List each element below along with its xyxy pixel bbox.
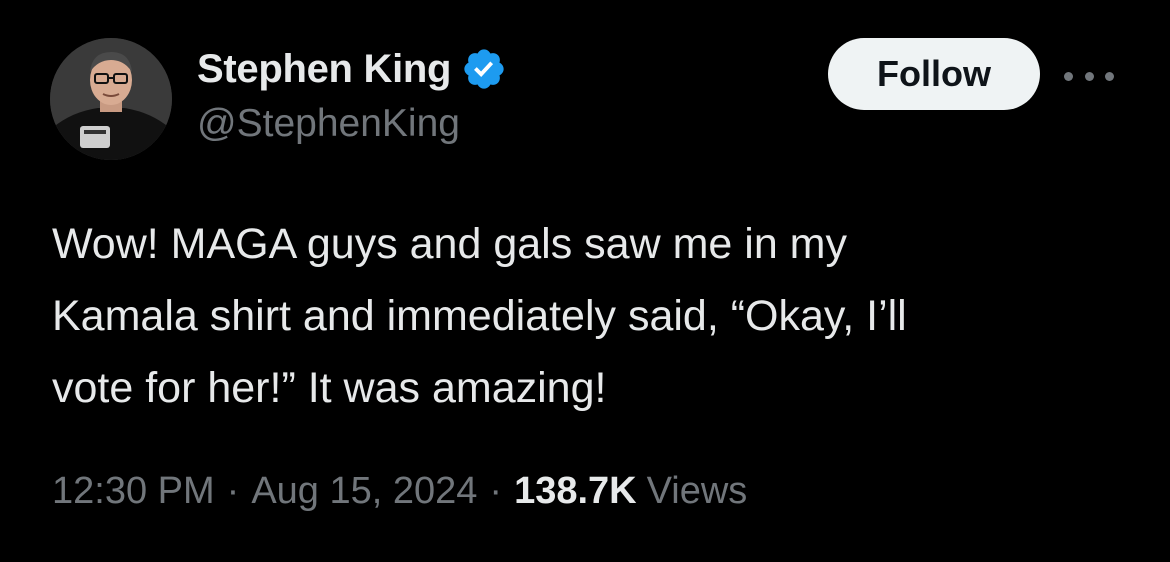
avatar[interactable]	[50, 38, 172, 160]
more-dot	[1105, 71, 1114, 81]
author-handle[interactable]: @StephenKing	[197, 102, 460, 146]
more-options-icon[interactable]	[1064, 58, 1114, 94]
meta-separator: ·	[226, 470, 240, 512]
views-count[interactable]: 138.7K	[514, 470, 637, 513]
views-label: Views	[646, 470, 748, 512]
display-name[interactable]: Stephen King	[197, 47, 451, 92]
tweet-line: Kamala shirt and immediately said, “Okay…	[52, 292, 907, 340]
tweet-time[interactable]: 12:30 PM	[52, 470, 215, 513]
tweet-line: Wow! MAGA guys and gals saw me in my	[52, 220, 847, 268]
tweet-meta: 12:30 PM · Aug 15, 2024 · 138.7K Views	[52, 470, 747, 513]
author-name-row[interactable]: Stephen King	[197, 44, 507, 94]
tweet-date[interactable]: Aug 15, 2024	[251, 470, 477, 513]
more-dot	[1064, 71, 1073, 81]
follow-button[interactable]: Follow	[828, 38, 1040, 110]
tweet-line: vote for her!” It was amazing!	[52, 364, 607, 412]
meta-separator: ·	[489, 470, 503, 512]
verified-badge-icon	[461, 46, 507, 92]
more-dot	[1084, 71, 1094, 81]
tweet-text: Wow! MAGA guys and gals saw me in my Kam…	[52, 208, 1132, 424]
